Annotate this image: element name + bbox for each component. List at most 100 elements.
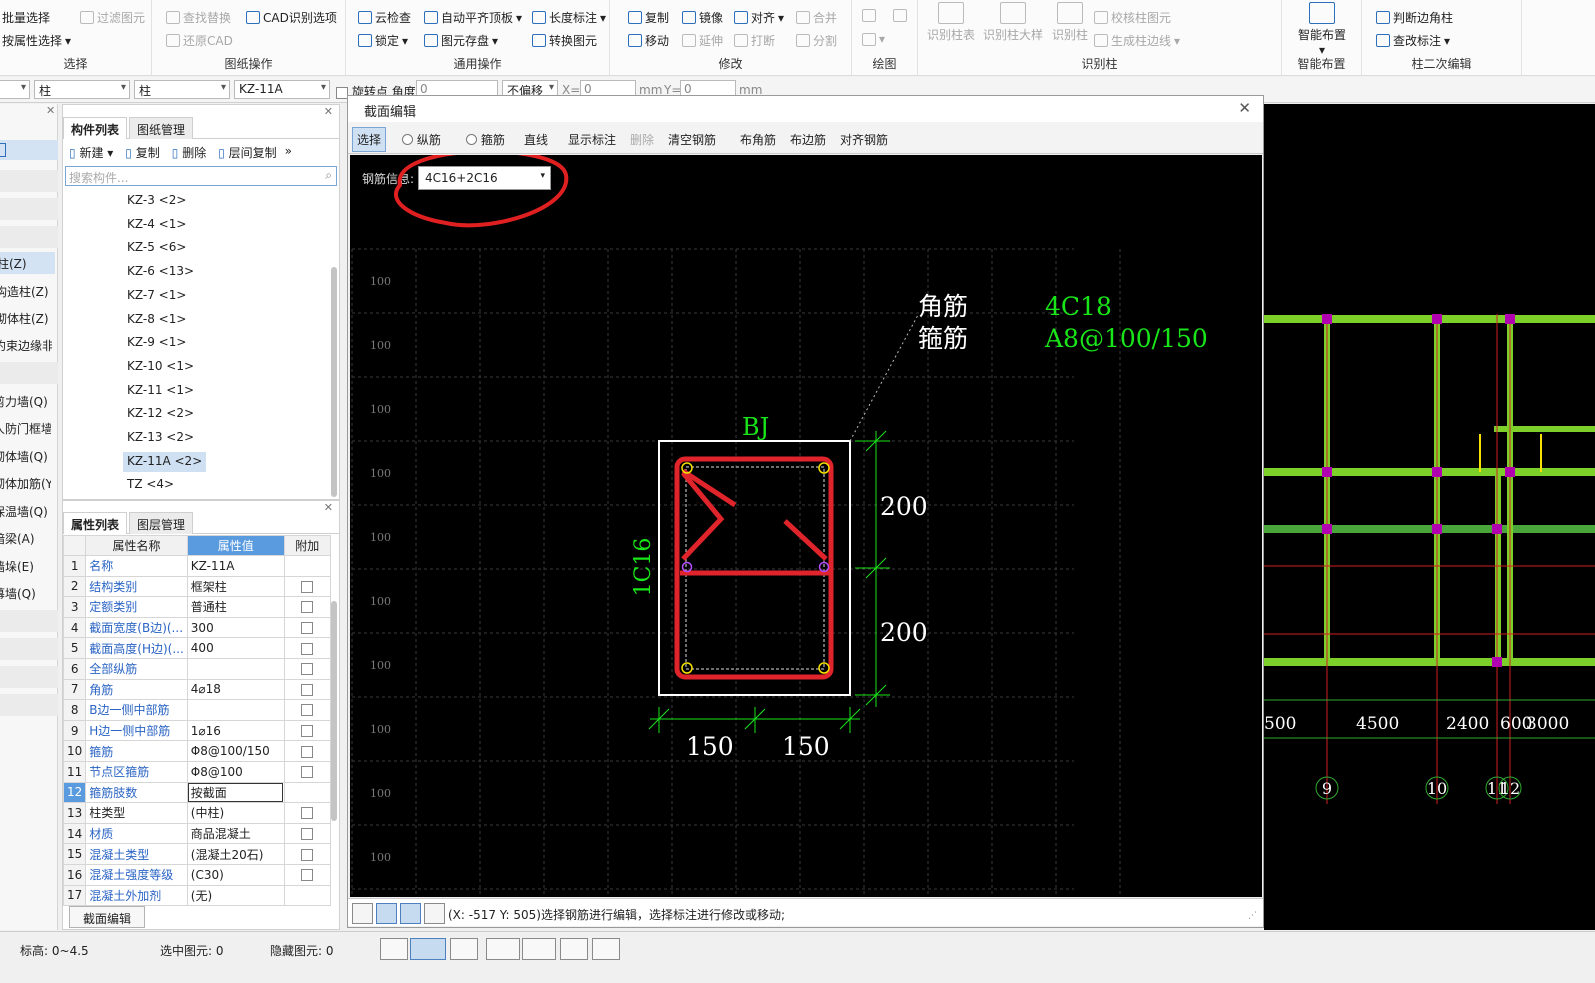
smart-layout-button[interactable]: 智能布置 ▾ xyxy=(1295,2,1349,57)
table-row[interactable]: 13 柱类型 (中柱) xyxy=(62,802,331,824)
break-button[interactable]: 打断 xyxy=(734,32,775,49)
list-item[interactable]: KZ-11A <2> xyxy=(123,451,207,472)
nav-item-constructional-column[interactable]: 构造柱(Z) xyxy=(0,280,53,302)
lock-button[interactable]: 锁定 ▾ xyxy=(358,32,408,49)
tab-property-list[interactable]: 属性列表 xyxy=(63,512,128,534)
table-row[interactable]: 17 混凝土外加剂 (无) xyxy=(62,884,331,907)
nav-item-wall-pier[interactable]: 墙垛(E) xyxy=(0,555,51,577)
tab-drawing-manage[interactable]: 图纸管理 xyxy=(129,117,194,139)
property-extra[interactable] xyxy=(283,760,331,783)
mirror-button[interactable]: 镜像 xyxy=(682,9,723,26)
more-icon[interactable]: » xyxy=(285,144,292,162)
section-canvas[interactable]: 钢筋信息: 4C16+2C16 ▾ 100 100 100 100 100 100 100 10… xyxy=(350,155,1262,897)
ortho-icon[interactable] xyxy=(352,903,373,924)
property-extra[interactable] xyxy=(283,781,331,804)
align-rebar-button[interactable]: 对齐钢筋 xyxy=(840,131,888,148)
edge-bar-button[interactable]: 布边筋 xyxy=(790,131,826,148)
property-extra[interactable] xyxy=(283,555,331,577)
property-extra[interactable] xyxy=(283,719,331,742)
extra-checkbox[interactable] xyxy=(301,869,314,882)
property-value[interactable]: (C30) xyxy=(186,863,285,886)
line-tool-button[interactable]: 直线 xyxy=(524,131,548,148)
property-value[interactable]: 300 xyxy=(186,616,285,639)
resize-grip-icon[interactable]: ⋰ xyxy=(1248,911,1257,921)
layer-toggle-icon[interactable] xyxy=(560,938,588,960)
property-extra[interactable] xyxy=(283,637,331,659)
find-replace-button[interactable]: 查找替换 xyxy=(166,9,231,26)
new-component-button[interactable]: ▯ 新建 ▾ xyxy=(69,144,113,162)
clear-rebar-button[interactable]: 清空钢筋 xyxy=(668,131,716,148)
rebar-info-select[interactable]: 4C16+2C16 ▾ xyxy=(418,166,551,190)
nav-item-insulation-wall[interactable]: 保温墙(Q) xyxy=(0,500,51,522)
close-icon[interactable]: ✕ xyxy=(1238,99,1251,117)
cloud-check-button[interactable]: 云检查 xyxy=(358,9,411,26)
draw-line-button[interactable] xyxy=(862,9,907,22)
type-select-1[interactable]: 柱 xyxy=(34,80,130,99)
delete-tool-button[interactable]: 删除 xyxy=(630,131,654,148)
extra-checkbox[interactable] xyxy=(301,704,314,717)
table-row[interactable]: 11 节点区箍筋 Φ8@100 xyxy=(62,760,331,783)
check-column-button[interactable]: 校核柱图元 xyxy=(1094,9,1171,26)
extra-checkbox[interactable] xyxy=(301,580,314,593)
property-extra[interactable] xyxy=(283,616,331,639)
table-row[interactable]: 9 H边一侧中部筋 1⌀16 xyxy=(62,719,331,742)
property-value[interactable]: (混凝土20石) xyxy=(186,843,285,865)
dim-snap-icon[interactable] xyxy=(424,903,445,924)
property-scrollbar[interactable] xyxy=(331,601,337,821)
gen-edge-button[interactable]: 生成柱边线 ▾ xyxy=(1094,32,1180,49)
property-value[interactable]: 按截面 xyxy=(186,781,285,804)
list-item[interactable]: KZ-10 <1> xyxy=(123,357,198,377)
component-select[interactable]: KZ-11A xyxy=(234,80,330,99)
section-edit-button[interactable]: 截面编辑 xyxy=(69,906,145,928)
property-value[interactable]: 400 xyxy=(186,637,285,659)
move-button[interactable]: 移动 xyxy=(628,32,669,49)
property-extra[interactable] xyxy=(283,884,331,907)
property-value[interactable]: 商品混凝土 xyxy=(186,822,285,845)
arc-toggle-icon[interactable] xyxy=(592,938,620,960)
delete-component-button[interactable]: ▯ 删除 xyxy=(172,144,206,162)
strip-selected-tool[interactable] xyxy=(0,140,58,160)
property-value[interactable]: 1⌀16 xyxy=(186,719,285,742)
property-value[interactable]: KZ-11A xyxy=(186,555,285,577)
table-row[interactable]: 8 B边一侧中部筋 xyxy=(62,699,331,721)
extra-checkbox[interactable] xyxy=(301,622,314,635)
list-item[interactable]: KZ-8 <1> xyxy=(123,310,190,330)
property-value[interactable]: (中柱) xyxy=(186,802,285,824)
select-by-attr-button[interactable]: 按属性选择 ▾ xyxy=(2,32,71,49)
recognize-detail-button[interactable]: 识别柱大样 xyxy=(980,2,1046,43)
table-row[interactable]: 15 混凝土类型 (混凝土20石) xyxy=(62,843,331,865)
split-button[interactable]: 分割 xyxy=(796,32,837,49)
list-item[interactable]: KZ-5 <6> xyxy=(123,238,190,258)
angle-toggle-icon[interactable] xyxy=(486,938,520,960)
copy-button[interactable]: 复制 xyxy=(628,9,669,26)
edit-mark-button[interactable]: 查改标注 ▾ xyxy=(1376,32,1450,49)
extra-checkbox[interactable] xyxy=(301,601,314,614)
list-item[interactable]: TZ <4> xyxy=(123,475,178,495)
table-row[interactable]: 4 截面宽度(B边)(... 300 xyxy=(62,616,331,639)
extra-checkbox[interactable] xyxy=(301,642,314,655)
long-bar-radio[interactable]: 纵筋 xyxy=(402,131,441,148)
nav-item-masonry-column[interactable]: 砌体柱(Z) xyxy=(0,307,53,329)
table-row[interactable]: 10 箍筋 Φ8@100/150 xyxy=(62,740,331,762)
auto-level-button[interactable]: 自动平齐顶板 ▾ xyxy=(424,9,522,26)
component-scrollbar[interactable] xyxy=(331,267,337,497)
select-tool-button[interactable]: 选择 xyxy=(352,127,387,152)
list-item[interactable]: KZ-7 <1> xyxy=(123,286,190,306)
stirrup-radio[interactable]: 箍筋 xyxy=(466,131,505,148)
extra-checkbox[interactable] xyxy=(301,663,314,676)
line-snap-icon[interactable] xyxy=(376,903,397,924)
nav-item-edge-member[interactable]: 约束边缘非... xyxy=(0,334,52,356)
list-item[interactable]: KZ-13 <2> xyxy=(123,428,198,448)
property-extra[interactable] xyxy=(283,802,331,824)
tab-component-list[interactable]: 构件列表 xyxy=(63,117,128,139)
align-button[interactable]: 对齐 ▾ xyxy=(734,9,784,26)
list-item[interactable]: KZ-11 <1> xyxy=(123,381,198,401)
nav-item-door-wall[interactable]: 人防门框墙(... xyxy=(0,417,51,439)
perp-snap-icon[interactable] xyxy=(400,903,421,924)
table-row[interactable]: 7 角筋 4⌀18 xyxy=(62,678,331,701)
list-item[interactable]: KZ-6 <13> xyxy=(123,262,198,282)
nav-item-shear-wall[interactable]: 剪力墙(Q) xyxy=(0,390,51,412)
table-row[interactable]: 3 定额类别 普通柱 xyxy=(62,596,331,618)
save-elements-button[interactable]: 图元存盘 ▾ xyxy=(424,32,498,49)
property-value[interactable]: Φ8@100/150 xyxy=(186,740,285,762)
